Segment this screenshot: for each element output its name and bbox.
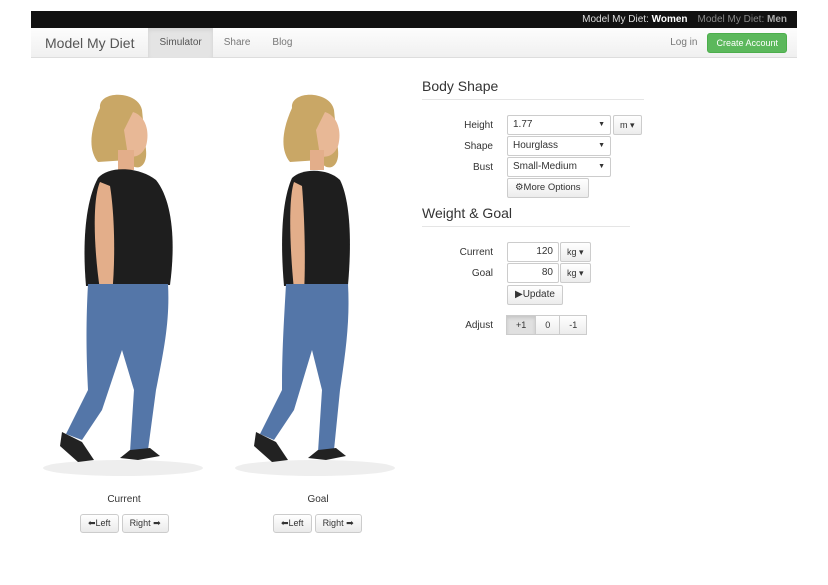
bust-label: Bust: [472, 162, 493, 173]
body-shape-title: Body Shape: [422, 78, 499, 94]
nav-blog[interactable]: Blog: [261, 28, 303, 58]
adjust-plus-one-button[interactable]: +1: [506, 315, 537, 335]
gender-switch-bar: Model My Diet: Women Model My Diet: Men: [31, 11, 797, 28]
caret-down-icon: ▼: [598, 121, 605, 128]
shape-label: Shape: [464, 141, 493, 152]
login-link[interactable]: Log in: [670, 37, 697, 48]
page: Model My Diet: Women Model My Diet: Men …: [0, 0, 828, 585]
current-body-model[interactable]: [38, 90, 218, 480]
arrow-right-icon: ➡: [153, 518, 161, 528]
height-label: Height: [464, 120, 493, 131]
arrow-left-icon: ⬅: [281, 518, 289, 528]
nav-share[interactable]: Share: [213, 28, 262, 58]
current-rotate-left-button[interactable]: ⬅Left: [80, 514, 119, 533]
height-select[interactable]: 1.77 ▼: [507, 115, 611, 135]
goal-weight-input[interactable]: 80: [507, 263, 559, 283]
current-caption: Current: [107, 494, 141, 505]
caret-down-icon: ▾: [579, 268, 584, 278]
goal-weight-label: Goal: [471, 268, 493, 279]
current-weight-input[interactable]: 120: [507, 242, 559, 262]
navbar: Model My Diet Simulator Share Blog Log i…: [31, 27, 797, 58]
current-rotate-group: ⬅Left Right ➡: [80, 514, 169, 533]
height-unit-dropdown[interactable]: m ▾: [613, 115, 642, 135]
goal-caption: Goal: [307, 494, 329, 505]
current-rotate-right-button[interactable]: Right ➡: [121, 514, 169, 533]
women-link[interactable]: Model My Diet: Women: [582, 14, 687, 25]
caret-down-icon: ▼: [598, 163, 605, 170]
weight-goal-title: Weight & Goal: [422, 205, 513, 221]
current-weight-label: Current: [459, 247, 493, 258]
body-shape-divider: [422, 99, 644, 100]
goal-body-model[interactable]: [230, 90, 410, 480]
caret-down-icon: ▼: [598, 142, 605, 149]
men-link[interactable]: Model My Diet: Men: [698, 14, 787, 25]
create-account-button[interactable]: Create Account: [707, 32, 787, 53]
adjust-label: Adjust: [465, 320, 493, 331]
goal-woman-figure: [235, 94, 395, 476]
goal-weight-unit-dropdown[interactable]: kg ▾: [560, 263, 591, 283]
current-weight-unit-dropdown[interactable]: kg ▾: [560, 242, 591, 262]
brand-logo[interactable]: Model My Diet: [31, 28, 148, 58]
adjust-minus-one-button[interactable]: -1: [559, 315, 588, 335]
shape-select[interactable]: Hourglass ▼: [507, 136, 611, 156]
goal-rotate-group: ⬅Left Right ➡: [273, 514, 362, 533]
goal-rotate-right-button[interactable]: Right ➡: [314, 514, 362, 533]
goal-rotate-left-button[interactable]: ⬅Left: [273, 514, 312, 533]
caret-down-icon: ▾: [630, 120, 635, 130]
update-button[interactable]: ▶Update: [507, 285, 563, 305]
caret-down-icon: ▾: [579, 247, 584, 257]
nav-simulator[interactable]: Simulator: [148, 27, 213, 58]
weight-goal-divider: [422, 226, 630, 227]
arrow-right-icon: ➡: [346, 518, 354, 528]
more-options-button[interactable]: ⚙More Options: [507, 178, 589, 198]
adjust-zero-button[interactable]: 0: [535, 315, 561, 335]
arrow-left-icon: ⬅: [88, 518, 96, 528]
adjust-button-group: +1 0 -1: [506, 315, 588, 335]
gear-icon: ⚙: [515, 182, 524, 193]
play-icon: ▶: [515, 289, 523, 300]
current-woman-figure: [43, 94, 203, 476]
bust-select[interactable]: Small-Medium ▼: [507, 157, 611, 177]
